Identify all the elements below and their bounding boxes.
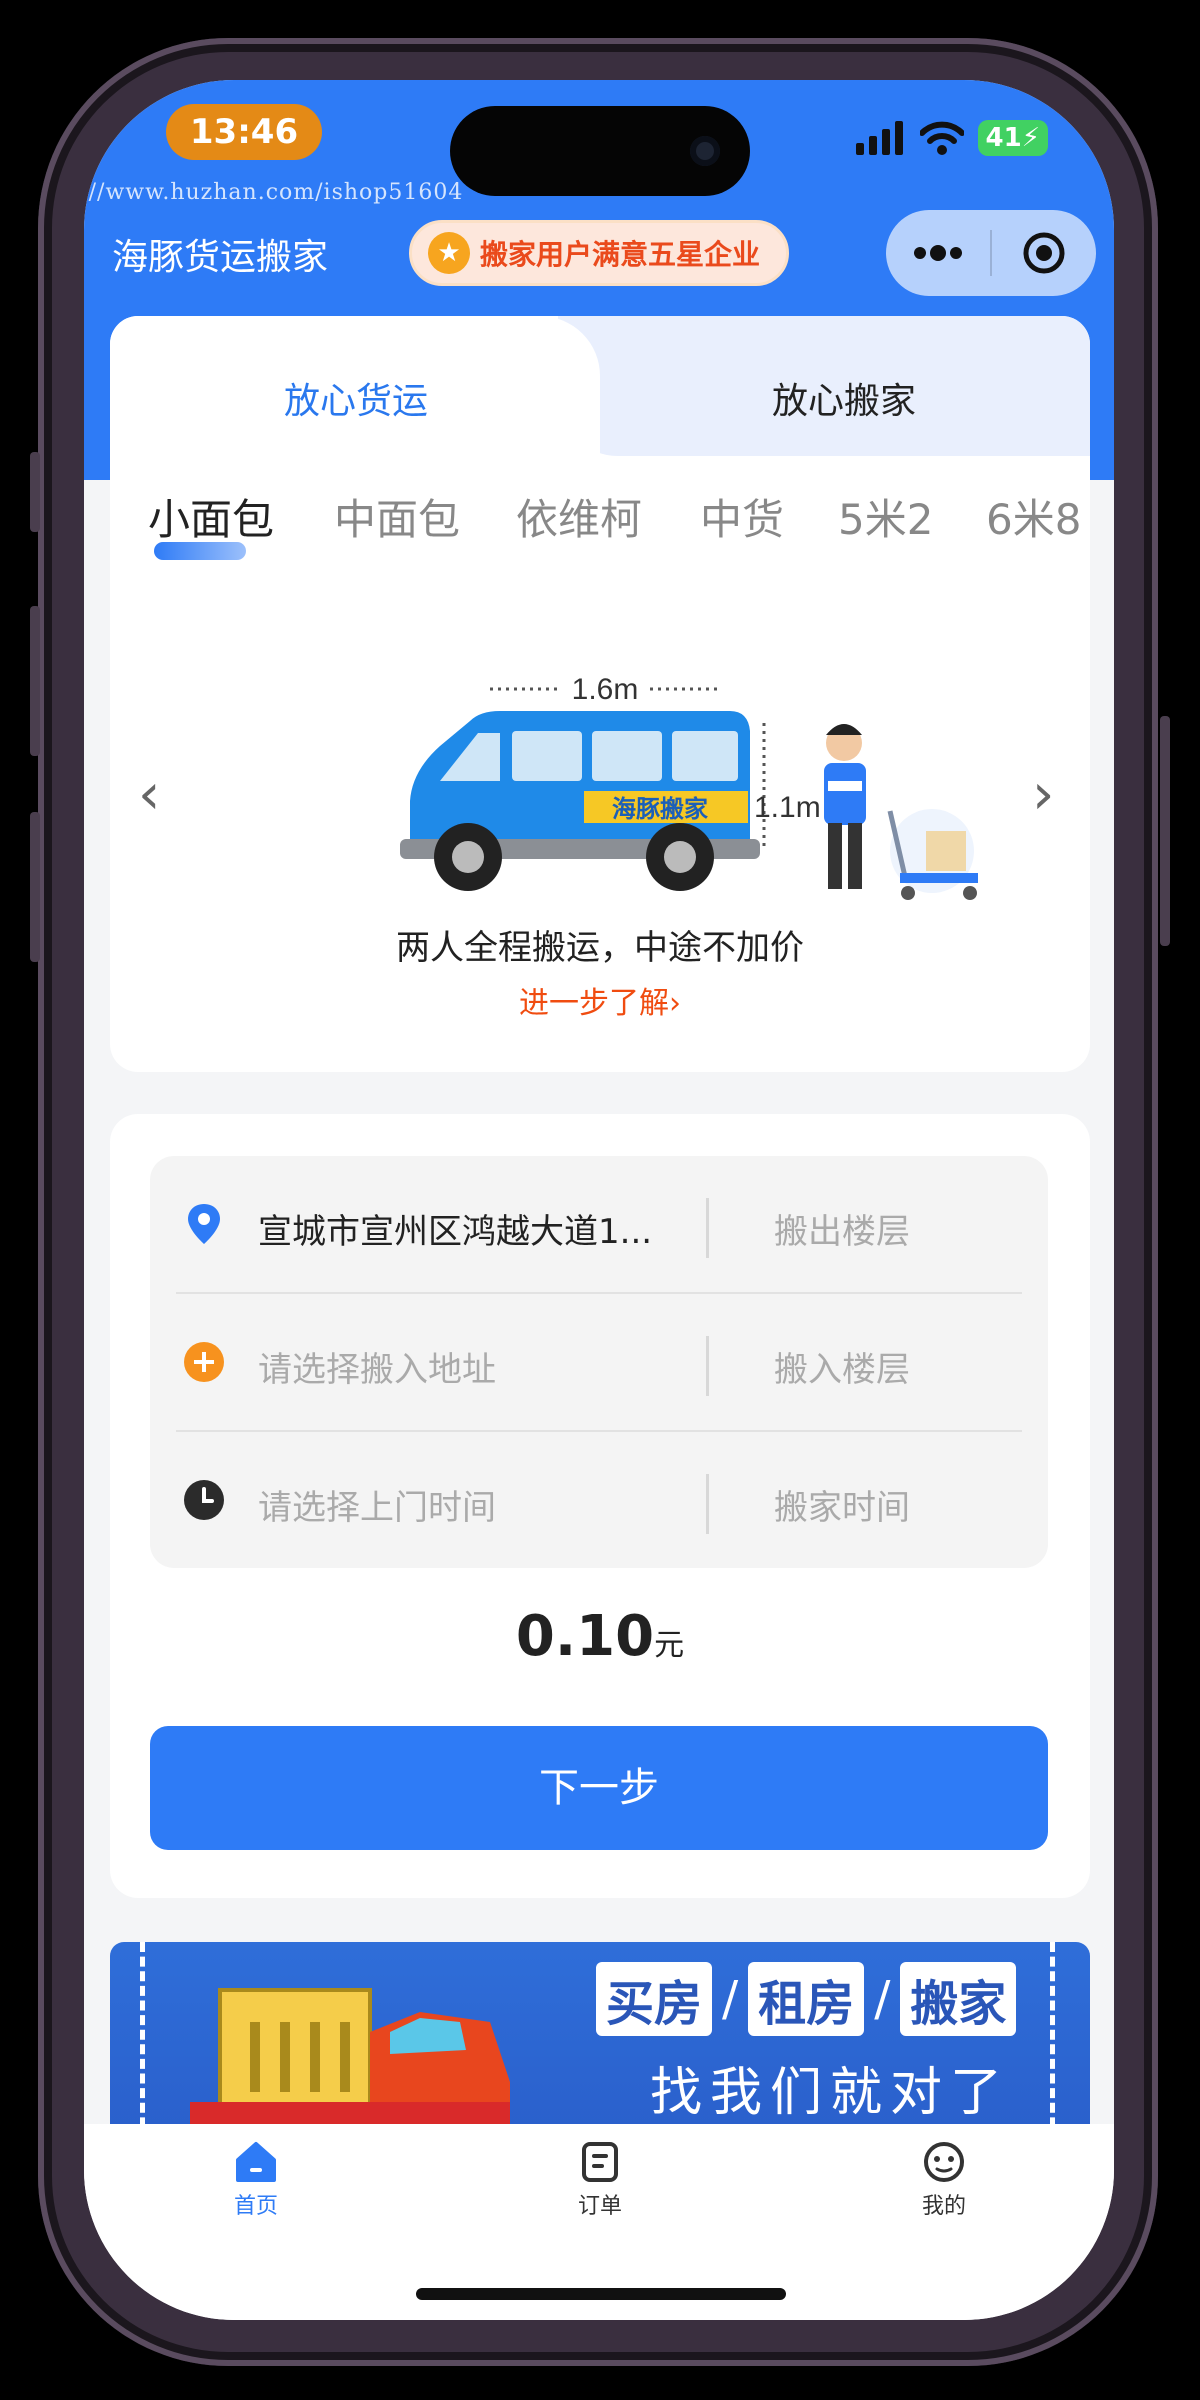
- power-button: [1160, 716, 1170, 946]
- next-vehicle-arrow[interactable]: ›: [1032, 762, 1054, 827]
- miniprogram-capsule: [886, 210, 1096, 296]
- pickup-time[interactable]: 请选择上门时间: [258, 1480, 698, 1529]
- watermark-text: https://www.huzhan.com/ishop51604: [84, 180, 464, 205]
- order-form-card: 宣城市宣州区鸿越大道1... 搬出楼层 请选择搬入地址 搬入楼层 请选择上门时间…: [110, 1114, 1090, 1898]
- address-form: 宣城市宣州区鸿越大道1... 搬出楼层 请选择搬入地址 搬入楼层 请选择上门时间…: [150, 1156, 1048, 1568]
- more-menu-button[interactable]: [886, 210, 990, 296]
- move-time[interactable]: 搬家时间: [774, 1480, 910, 1529]
- side-button: [30, 452, 40, 532]
- banner-tag-move: 搬家: [900, 1962, 1017, 2036]
- orders-icon: [582, 2142, 618, 2182]
- van-length-label: 1.6m: [572, 673, 639, 706]
- banner-separator: /: [722, 1971, 739, 2027]
- vehicle-tab-medium-van[interactable]: 中面包: [334, 486, 460, 547]
- move-out-address[interactable]: 宣城市宣州区鸿越大道1...: [258, 1204, 698, 1253]
- service-description: 两人全程搬运，中途不加价: [396, 928, 804, 968]
- learn-more-link[interactable]: 进一步了解›: [110, 978, 1090, 1022]
- location-pin-icon: [188, 1204, 220, 1244]
- van-illustration: 1.6m 1.1m 海豚搬家: [400, 673, 978, 900]
- banner-separator: /: [874, 1971, 891, 2027]
- price-amount: 0.10: [515, 1604, 655, 1669]
- tabbar-profile-label: 我的: [921, 2194, 966, 2219]
- vehicle-tab-5m2[interactable]: 5米2: [838, 486, 933, 547]
- time-row: 请选择上门时间 搬家时间: [150, 1432, 1048, 1568]
- medal-icon: ★: [428, 232, 470, 274]
- page-title: 海豚货运搬家: [112, 237, 329, 278]
- move-in-row: 请选择搬入地址 搬入楼层: [150, 1294, 1048, 1430]
- move-out-floor[interactable]: 搬出楼层: [774, 1204, 910, 1253]
- signal-icon: [855, 121, 903, 155]
- home-indicator: [416, 2288, 786, 2300]
- move-in-floor[interactable]: 搬入楼层: [774, 1342, 910, 1391]
- vehicle-tabs: 小面包 中面包 依维柯 中货 5米2 6米8: [110, 316, 1080, 616]
- truck-illustration: [190, 1988, 510, 2142]
- banner-dashed-border: [140, 1942, 145, 2142]
- banner-dashed-border: [1050, 1942, 1055, 2142]
- clock-icon: [184, 1480, 224, 1520]
- vehicle-tab-iveco[interactable]: 依维柯: [516, 486, 642, 547]
- tabbar-profile[interactable]: 我的: [864, 2140, 1024, 2220]
- banner-tag-buy: 买房: [596, 1962, 713, 2036]
- tabbar-orders[interactable]: 订单: [520, 2140, 680, 2220]
- price-display: 0.10元: [110, 1604, 1090, 1669]
- prev-vehicle-arrow[interactable]: ‹: [138, 762, 160, 827]
- close-miniprogram-button[interactable]: [992, 210, 1096, 296]
- more-dots-icon: [914, 245, 962, 261]
- next-step-button[interactable]: 下一步: [150, 1726, 1048, 1850]
- camera-icon: [690, 136, 720, 166]
- status-time: 13:46: [166, 104, 322, 160]
- move-in-address[interactable]: 请选择搬入地址: [258, 1342, 698, 1391]
- app-screen: 13:46 41⚡ https://www.huzhan.com/ishop51…: [84, 80, 1114, 2320]
- van-height-label: 1.1m: [754, 791, 821, 824]
- status-indicators: 41⚡: [855, 120, 1048, 156]
- price-unit: 元: [654, 1628, 685, 1663]
- battery-indicator: 41⚡: [977, 120, 1048, 156]
- row-divider: [706, 1198, 709, 1258]
- badge-label: 搬家用户满意五星企业: [480, 238, 761, 271]
- vehicle-card: 放心货运 放心搬家 小面包 中面包 依维柯 中货 5米2 6米8 ‹ › 1.6…: [110, 316, 1090, 1072]
- tabbar-home[interactable]: 首页: [176, 2140, 336, 2220]
- certification-badge[interactable]: ★ 搬家用户满意五星企业: [409, 220, 789, 286]
- banner-headline: 买房 / 租房 / 搬家: [596, 1962, 1017, 2036]
- row-divider: [706, 1474, 709, 1534]
- vehicle-tab-medium-truck[interactable]: 中货: [700, 486, 784, 547]
- side-button: [30, 606, 40, 756]
- banner-tag-rent: 租房: [748, 1962, 865, 2036]
- home-icon: [236, 2142, 276, 2182]
- dynamic-island: [450, 106, 750, 196]
- add-circle-icon: [184, 1342, 224, 1382]
- banner-subtitle: 找我们就对了: [650, 2063, 1011, 2123]
- profile-icon: [924, 2142, 964, 2182]
- side-button: [30, 812, 40, 962]
- row-divider: [706, 1336, 709, 1396]
- wifi-icon: [919, 121, 964, 155]
- vehicle-tab-6m8[interactable]: 6米8: [986, 486, 1080, 547]
- vehicle-tab-small-van[interactable]: 小面包: [148, 486, 274, 547]
- tabbar-home-label: 首页: [233, 2194, 278, 2219]
- battery-level: 41: [985, 123, 1022, 153]
- tabbar-orders-label: 订单: [577, 2194, 622, 2219]
- target-icon: [1023, 232, 1065, 274]
- promo-banner[interactable]: 买房 / 租房 / 搬家 找我们就对了: [110, 1942, 1090, 2142]
- van-logo-text: 海豚搬家: [612, 795, 708, 823]
- move-out-row: 宣城市宣州区鸿越大道1... 搬出楼层: [150, 1156, 1048, 1292]
